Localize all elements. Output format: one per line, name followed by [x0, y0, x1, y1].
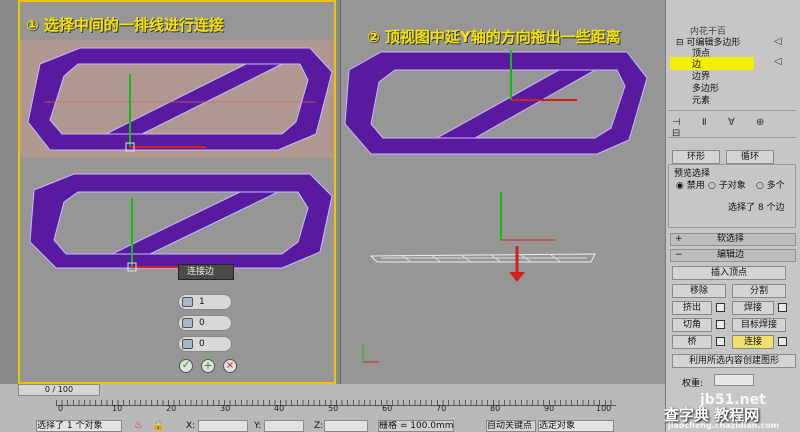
watermark-url: jiaocheng.chazidian.com	[668, 421, 780, 430]
extrude-button[interactable]: 挤出	[672, 301, 712, 315]
preview-multiple-radio[interactable]: ○ 多个	[756, 178, 785, 191]
connect-settings-button[interactable]	[778, 337, 787, 346]
viewport-right[interactable]: ② 顶视图中延Y轴的方向拖出一些距离	[340, 0, 665, 384]
bridge-settings-button[interactable]	[716, 337, 725, 346]
plus-icon[interactable]: +	[201, 359, 215, 373]
connect-caddy-title: 连接边	[178, 264, 234, 280]
timeline-tick: 40	[274, 404, 285, 413]
timeline-tick: 0	[58, 404, 64, 413]
loop-button[interactable]: 循环	[726, 150, 774, 164]
slide-value: 0	[199, 339, 205, 349]
x-coordinate-label: X:	[186, 421, 196, 431]
segments-spinner[interactable]: 1	[178, 294, 232, 310]
z-coordinate-label: Z:	[314, 421, 324, 431]
auto-key-button[interactable]: 自动关键点	[486, 420, 536, 432]
checkmark-icon[interactable]: ✓	[179, 359, 193, 373]
soft-selection-rollout[interactable]: + 软选择	[670, 233, 796, 246]
grid-size-field: 栅格 = 100.0mm	[378, 420, 454, 432]
chamfer-settings-button[interactable]	[716, 320, 725, 329]
timeline-tick: 20	[166, 404, 177, 413]
pinch-icon	[182, 318, 193, 328]
timeline-tick: 100	[596, 404, 612, 413]
z-coordinate-field[interactable]	[324, 420, 368, 432]
edit-triangle-icon: ◁	[774, 36, 782, 47]
pinch-spinner[interactable]: 0	[178, 315, 232, 331]
rollout-plus-icon: +	[675, 234, 683, 244]
x-icon[interactable]: ×	[223, 359, 237, 373]
preview-multiple-label: 多个	[766, 181, 785, 191]
timeline-tick: 30	[220, 404, 231, 413]
step-two-label: ② 顶视图中延Y轴的方向拖出一些距离	[367, 28, 621, 46]
edit-edges-label: 编辑边	[717, 250, 745, 260]
time-slider[interactable]: 0 / 100	[18, 384, 100, 396]
split-button[interactable]: 分割	[732, 284, 786, 298]
soft-selection-label: 软选择	[717, 234, 745, 244]
edit-edges-rollout[interactable]: − 编辑边	[670, 249, 796, 262]
lightbulb-icon[interactable]: ♨	[134, 420, 143, 431]
edit-triangle-icon: ◁	[774, 56, 782, 67]
extrude-settings-button[interactable]	[716, 303, 725, 312]
set-key-dropdown[interactable]: 选定对象	[538, 420, 614, 432]
pinch-value: 0	[199, 318, 205, 328]
weight-label: 权重:	[682, 379, 704, 389]
timeline-tick: 70	[436, 404, 447, 413]
timeline-tick: 10	[112, 404, 123, 413]
segments-icon	[182, 297, 193, 307]
ring-button[interactable]: 环形	[672, 150, 720, 164]
tree-item-element[interactable]: 元素	[692, 93, 710, 106]
bridge-button[interactable]: 桥	[672, 335, 712, 349]
remove-button[interactable]: 移除	[672, 284, 726, 298]
mesh-object-bottom	[29, 173, 333, 272]
preview-subobject-radio[interactable]: ○ 子对象	[708, 178, 746, 191]
weld-button[interactable]: 焊接	[732, 301, 774, 315]
rollout-minus-icon: −	[675, 250, 683, 260]
y-coordinate-label: Y:	[254, 421, 262, 431]
timeline-tick: 50	[328, 404, 339, 413]
slide-spinner[interactable]: 0	[178, 336, 232, 352]
timeline-tick: 90	[544, 404, 555, 413]
viewport-left[interactable]: ① 选择中间的一排线进行连接	[18, 0, 336, 384]
stack-toolbar[interactable]: ⊣ Ⅱ ∀ ⊕ ⊟	[668, 110, 796, 139]
selection-status: 选择了 8 个边	[728, 203, 785, 213]
chamfer-button[interactable]: 切角	[672, 318, 712, 332]
selection-status-field: 选择了 1 个对象	[36, 420, 122, 432]
preview-disabled-radio[interactable]: ◉ 禁用	[676, 178, 705, 191]
connect-button[interactable]: 连接	[732, 335, 774, 349]
x-coordinate-field[interactable]	[198, 420, 248, 432]
viewport-right-canvas	[344, 50, 648, 363]
lock-icon[interactable]: 🔒	[152, 420, 164, 431]
preview-disabled-label: 禁用	[686, 181, 705, 191]
step-one-label: ① 选择中间的一排线进行连接	[26, 16, 224, 34]
segments-value: 1	[199, 297, 205, 307]
slide-icon	[182, 339, 193, 349]
create-shape-button[interactable]: 利用所选内容创建图形	[672, 354, 796, 368]
timeline-tick: 80	[490, 404, 501, 413]
timeline-tick: 60	[382, 404, 393, 413]
preview-subobject-label: 子对象	[718, 181, 746, 191]
flat-mesh-side-view	[369, 192, 596, 282]
y-coordinate-field[interactable]	[264, 420, 304, 432]
weight-field[interactable]	[714, 374, 754, 386]
tree-item-edge[interactable]: 边	[670, 57, 754, 70]
insert-vertex-button[interactable]: 插入顶点	[672, 266, 786, 280]
weld-settings-button[interactable]	[778, 303, 787, 312]
target-weld-button[interactable]: 目标焊接	[732, 318, 786, 332]
mesh-object-right	[344, 50, 648, 155]
